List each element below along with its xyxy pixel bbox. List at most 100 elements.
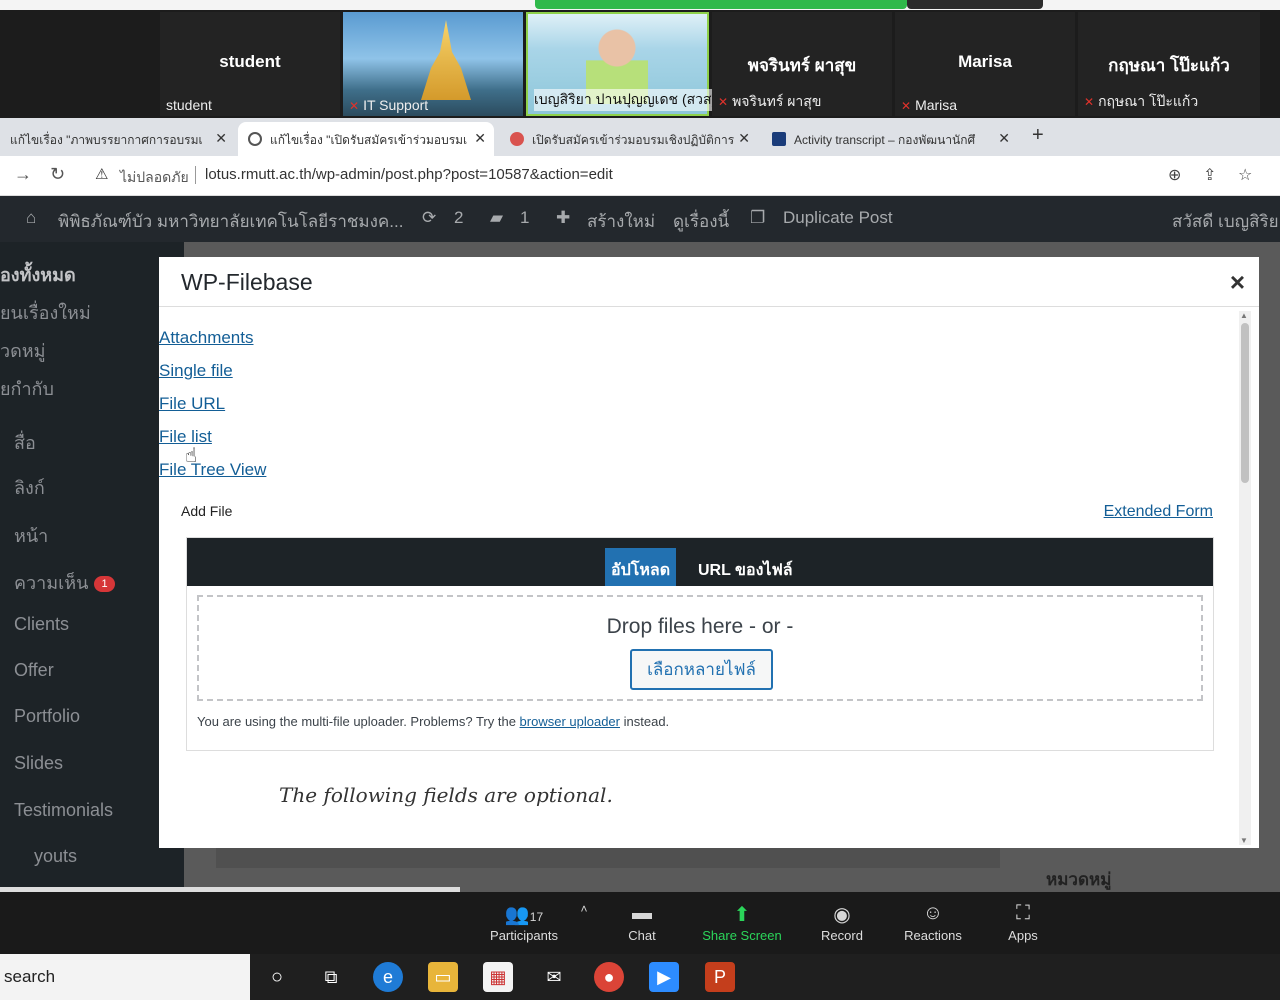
sidebar-item-clients[interactable]: Clients (14, 614, 69, 635)
edge-icon[interactable]: e (373, 962, 403, 992)
share-icon[interactable]: ⇪ (1203, 165, 1216, 185)
close-icon[interactable]: × (1230, 267, 1245, 298)
updates-count[interactable]: 2 (454, 208, 463, 228)
task-view-icon[interactable]: ⧉ (316, 962, 346, 992)
updates-icon[interactable]: ⟳ (422, 208, 436, 228)
file-url-link[interactable]: File URL (159, 394, 225, 414)
tab-title: Activity transcript – กองพัฒนานักศึ (794, 133, 976, 147)
sidebar-item-layouts[interactable]: youts (34, 846, 77, 867)
taskbar-search-box[interactable]: search (0, 954, 250, 1000)
url-field[interactable]: lotus.rmutt.ac.th/wp-admin/post.php?post… (205, 166, 613, 183)
bookmark-star-icon[interactable]: ☆ (1238, 165, 1252, 185)
browser-uploader-link[interactable]: browser uploader (520, 714, 620, 729)
chat-button[interactable]: ▬ Chat (618, 902, 666, 943)
sidebar-item-testimonials[interactable]: Testimonials (14, 800, 113, 821)
participants-menu-caret-icon[interactable]: ˄ (577, 902, 591, 928)
tab-1[interactable]: แก้ไขเรื่อง "ภาพบรรยากาศการอบรมเ ✕ (0, 122, 235, 156)
site-name-link[interactable]: พิพิธภัณฑ์บัว มหาวิทยาลัยเทคโนโลยีราชมงค… (58, 208, 403, 235)
tab-file-url[interactable]: URL ของไฟล์ (698, 558, 793, 583)
scroll-down-icon[interactable]: ▼ (1240, 836, 1248, 845)
uploader-info: You are using the multi-file uploader. P… (197, 714, 669, 729)
scrollbar-thumb[interactable] (1241, 323, 1249, 483)
participant-name: กฤษณา โป๊ะแก้ว (1108, 56, 1230, 75)
participant-video-it-support[interactable]: ✕ IT Support (343, 12, 523, 116)
view-post-link[interactable]: ดูเรื่องนี้ (673, 208, 729, 235)
participant-tile-student[interactable]: student student (160, 12, 340, 116)
apps-icon: ⛶ (1016, 902, 1030, 924)
cortana-icon[interactable]: ○ (262, 962, 292, 992)
comments-icon[interactable]: ▰ (490, 208, 503, 228)
sidebar-item-all-posts[interactable]: องทั้งหมด (0, 260, 76, 289)
close-tab-icon[interactable]: ✕ (215, 130, 227, 147)
viewing-screen-pill (535, 0, 907, 9)
record-button[interactable]: ◉ Record (818, 902, 866, 943)
close-tab-icon[interactable]: ✕ (474, 130, 486, 147)
tab-3[interactable]: เปิดรับสมัครเข้าร่วมอบรมเชิงปฏิบัติการ ✕ (500, 122, 758, 156)
greeting-link[interactable]: สวัสดี เบญสิริย (1172, 208, 1279, 235)
address-bar: → ↻ ⚠ ไม่ปลอดภัย lotus.rmutt.ac.th/wp-ad… (0, 156, 1280, 196)
participant-label: พจรินทร์ ผาสุข (732, 93, 822, 109)
zoom-app-icon[interactable]: ▶ (649, 962, 679, 992)
insecure-label[interactable]: ไม่ปลอดภัย (120, 167, 189, 189)
participants-button[interactable]: 👥17 Participants (486, 902, 562, 943)
tab-2-active[interactable]: แก้ไขเรื่อง "เปิดรับสมัครเข้าร่วมอบรมเ ✕ (238, 122, 494, 156)
home-icon[interactable]: ⌂ (26, 208, 36, 228)
sidebar-item-offer[interactable]: Offer (14, 660, 54, 681)
sidebar-item-slides[interactable]: Slides (14, 753, 63, 774)
reload-icon[interactable]: ↻ (50, 164, 65, 185)
forward-arrow-icon[interactable]: → (14, 164, 32, 185)
share-screen-button[interactable]: ⬆ Share Screen (700, 902, 784, 943)
wp-sidebar: องทั้งหมด ยนเรื่องใหม่ วดหมู่ ยกำกับ สื่… (0, 242, 184, 892)
optional-fields-note: The following fields are optional. (279, 783, 613, 807)
warning-icon[interactable]: ⚠ (95, 165, 108, 183)
participant-video-active-speaker[interactable]: เบญสิริยา ปานปุญญเดช (สวส) (526, 12, 717, 116)
file-tree-view-link[interactable]: File Tree View (159, 460, 266, 480)
info-prefix: You are using the multi-file uploader. P… (197, 714, 516, 729)
sidebar-item-pages[interactable]: หน้า (14, 521, 48, 550)
sidebar-item-links[interactable]: ลิงก์ (14, 473, 45, 502)
new-tab-icon[interactable]: + (1032, 124, 1044, 147)
comments-count[interactable]: 1 (520, 208, 529, 228)
zoom-icon[interactable]: ⊕ (1168, 165, 1181, 185)
mail-icon[interactable]: ✉ (539, 962, 569, 992)
apps-button[interactable]: ⛶ Apps (1004, 902, 1042, 943)
hand-cursor-icon: ☝ (185, 445, 198, 467)
wp-filebase-modal: WP-Filebase × ▲ ▼ Attachments Single fil… (159, 257, 1259, 848)
participant-tile-kritsana[interactable]: กฤษณา โป๊ะแก้ว ✕ กฤษณา โป๊ะแก้ว (1078, 12, 1260, 116)
sidebar-item-add-new[interactable]: ยนเรื่องใหม่ (0, 298, 91, 327)
close-tab-icon[interactable]: ✕ (998, 130, 1010, 147)
info-suffix: instead. (623, 714, 670, 729)
sidebar-item-comments[interactable]: ความเห็น 1 (14, 568, 115, 597)
tab-upload[interactable]: อัปโหลด (605, 548, 677, 586)
file-uploader: อัปโหลด URL ของไฟล์ Drop files here - or… (186, 537, 1214, 751)
participant-name: student (219, 52, 281, 71)
store-icon[interactable]: ▦ (483, 962, 513, 992)
file-explorer-icon[interactable]: ▭ (428, 962, 458, 992)
reactions-button[interactable]: ☺ Reactions (902, 902, 964, 943)
sidebar-item-tags[interactable]: ยกำกับ (0, 374, 54, 403)
chrome-icon[interactable]: ● (594, 962, 624, 992)
sidebar-item-portfolio[interactable]: Portfolio (14, 706, 80, 727)
single-file-link[interactable]: Single file (159, 361, 233, 381)
participant-tile-pojarin[interactable]: พจรินทร์ ผาสุข ✕ พจรินทร์ ผาสุข (712, 12, 892, 116)
view-options-button[interactable] (907, 0, 1043, 9)
participant-tile-marisa[interactable]: Marisa ✕ Marisa (895, 12, 1075, 116)
select-files-button[interactable]: เลือกหลายไฟล์ (630, 649, 773, 690)
extended-form-link[interactable]: Extended Form (1104, 503, 1213, 521)
tab-4[interactable]: Activity transcript – กองพัฒนานักศึ ✕ (762, 122, 1018, 156)
duplicate-post-link[interactable]: Duplicate Post (783, 208, 893, 228)
drop-zone[interactable]: Drop files here - or - เลือกหลายไฟล์ (197, 595, 1203, 701)
plus-icon[interactable]: ✚ (556, 208, 570, 228)
scroll-up-icon[interactable]: ▲ (1240, 311, 1248, 320)
lotus-favicon-icon (510, 132, 524, 146)
powerpoint-icon[interactable]: P (705, 962, 735, 992)
sidebar-item-categories[interactable]: วดหมู่ (0, 336, 46, 365)
new-content-link[interactable]: สร้างใหม่ (587, 208, 655, 235)
close-tab-icon[interactable]: ✕ (738, 130, 750, 147)
duplicate-icon[interactable]: ❐ (750, 208, 765, 228)
attachments-link[interactable]: Attachments (159, 328, 254, 348)
muted-mic-icon: ✕ (349, 99, 360, 113)
sidebar-item-media[interactable]: สื่อ (14, 428, 36, 457)
modal-scrollbar[interactable]: ▲ ▼ (1239, 311, 1251, 845)
participant-label: เบญสิริยา ปานปุญญเดช (สวส) (534, 89, 717, 111)
